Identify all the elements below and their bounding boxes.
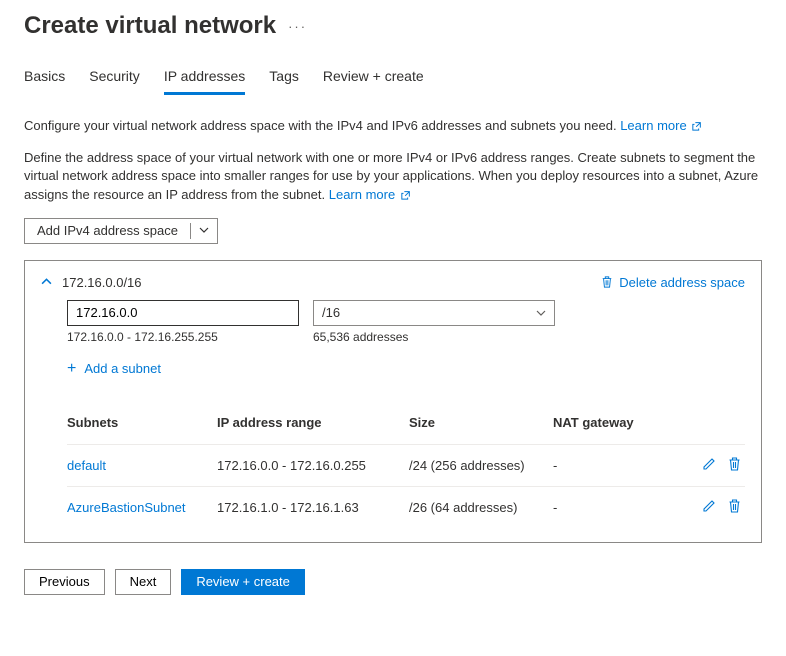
cidr-mask-select[interactable]: /16 [313,300,555,326]
learn-more-link-1[interactable]: Learn more [620,118,702,133]
col-nat: NAT gateway [553,415,663,430]
table-row: AzureBastionSubnet172.16.1.0 - 172.16.1.… [67,486,745,528]
external-link-icon [692,121,702,131]
next-button[interactable]: Next [115,569,172,595]
subnet-name-link[interactable]: AzureBastionSubnet [67,500,217,515]
intro-text-2: Define the address space of your virtual… [24,149,762,204]
subnet-size: /24 (256 addresses) [409,458,553,473]
tab-security[interactable]: Security [89,68,140,95]
edit-icon[interactable] [702,457,716,474]
delete-icon[interactable] [728,499,741,516]
tab-ip-addresses[interactable]: IP addresses [164,68,245,95]
chevron-down-icon [536,308,546,318]
more-menu[interactable]: ··· [288,19,307,34]
footer-buttons: Previous Next Review + create [0,549,786,615]
space-cidr-label: 172.16.0.0/16 [62,275,142,290]
subnets-table: Subnets IP address range Size NAT gatewa… [67,402,745,528]
col-size: Size [409,415,553,430]
tab-basics[interactable]: Basics [24,68,65,95]
subnet-range: 172.16.0.0 - 172.16.0.255 [217,458,409,473]
subnet-nat: - [553,458,663,473]
plus-icon: + [67,360,76,378]
previous-button[interactable]: Previous [24,569,105,595]
ip-address-input[interactable] [67,300,299,326]
learn-more-link-2[interactable]: Learn more [329,187,411,202]
tab-tags[interactable]: Tags [269,68,299,95]
add-ipv4-space-button[interactable]: Add IPv4 address space [24,218,218,244]
review-create-button[interactable]: Review + create [181,569,305,595]
address-space-panel: 172.16.0.0/16 Delete address space /16 1… [24,260,762,543]
add-subnet-button[interactable]: + Add a subnet [67,360,161,378]
subnet-range: 172.16.1.0 - 172.16.1.63 [217,500,409,515]
table-row: default172.16.0.0 - 172.16.0.255/24 (256… [67,444,745,486]
address-count-label: 65,536 addresses [313,330,408,344]
collapse-toggle[interactable] [41,275,52,290]
subnet-name-link[interactable]: default [67,458,217,473]
delete-icon[interactable] [728,457,741,474]
trash-icon [601,276,613,288]
page-title: Create virtual network [24,12,276,40]
col-range: IP address range [217,415,409,430]
intro-text-1: Configure your virtual network address s… [24,117,762,135]
edit-icon[interactable] [702,499,716,516]
subnet-size: /26 (64 addresses) [409,500,553,515]
chevron-down-icon [191,223,217,238]
external-link-icon [401,190,411,200]
subnet-nat: - [553,500,663,515]
col-subnets: Subnets [67,415,217,430]
tabs: Basics Security IP addresses Tags Review + c… [24,68,762,95]
tab-review-create[interactable]: Review + create [323,68,424,95]
ip-range-label: 172.16.0.0 - 172.16.255.255 [67,330,313,344]
delete-address-space-link[interactable]: Delete address space [601,275,745,290]
